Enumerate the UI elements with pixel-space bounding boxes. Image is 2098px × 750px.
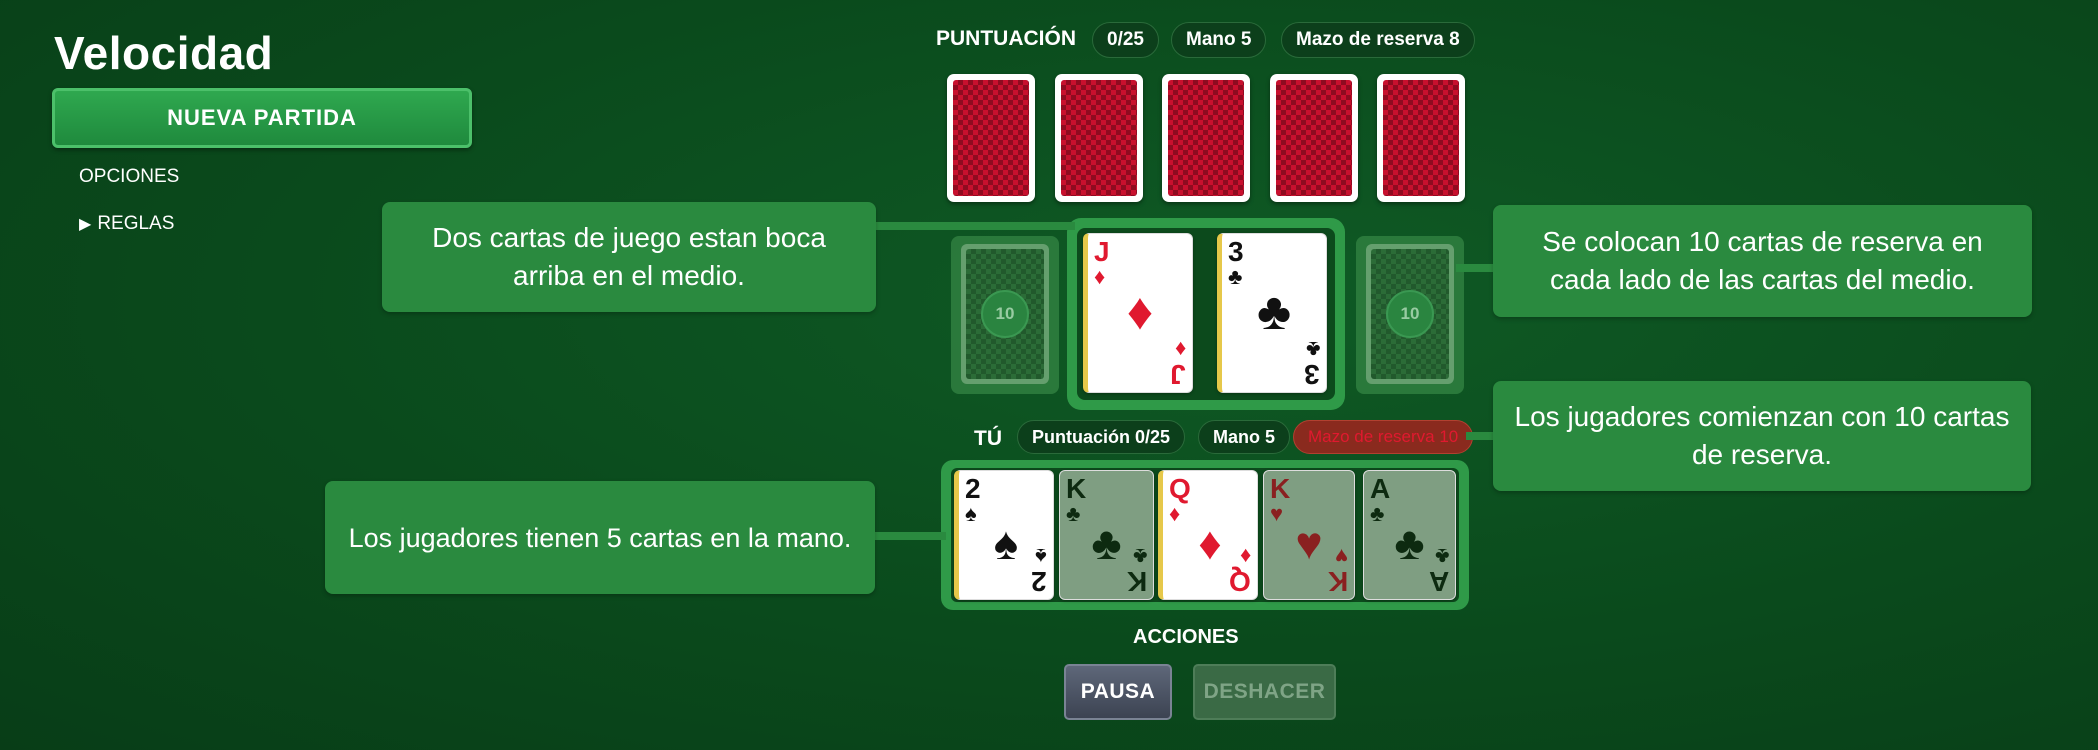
opponent-card (1162, 74, 1250, 202)
hand-card[interactable]: Q ♦ ♦ ♦ Q (1158, 470, 1258, 600)
opponent-hand-pill: Mano 5 (1171, 22, 1267, 58)
club-icon: ♣ (1305, 337, 1320, 362)
hand-card[interactable]: K ♣ ♣ ♣ K (1059, 470, 1154, 600)
card-rank: K (1270, 473, 1291, 504)
card-rank: J (1094, 236, 1110, 267)
opponent-card (1377, 74, 1465, 202)
hand-card[interactable]: K ♥ ♥ ♥ K (1263, 470, 1355, 600)
opponent-reserve-pill: Mazo de reserva 8 (1281, 22, 1475, 58)
opponent-card (1270, 74, 1358, 202)
card-rank: A (1370, 473, 1391, 504)
opponent-card (947, 74, 1035, 202)
opponent-score-label: PUNTUACIÓN (936, 27, 1076, 50)
callout-connector (1466, 432, 1496, 440)
card-rank: A (1428, 566, 1449, 597)
opponent-score-pill: 0/25 (1092, 22, 1159, 58)
callout-players-reserve: Los jugadores comienzan con 10 cartas de… (1493, 381, 2031, 491)
rules-toggle[interactable]: ▶ REGLAS (79, 213, 174, 235)
callout-connector (1456, 264, 1496, 272)
diamond-icon: ♦ (1174, 337, 1186, 362)
card-rank: 2 (1031, 566, 1047, 597)
callout-connector (874, 532, 946, 540)
card-rank: Q (1229, 566, 1251, 597)
callout-connector (875, 222, 1075, 230)
card-rank: K (1327, 566, 1348, 597)
diamond-icon: ♦ (1126, 283, 1154, 341)
hand-card[interactable]: A ♣ ♣ ♣ A (1363, 470, 1456, 600)
club-icon: ♣ (1132, 544, 1147, 569)
card-rank: 3 (1228, 236, 1244, 267)
card-rank: K (1066, 473, 1087, 504)
center-card-right[interactable]: 3 ♣ ♣ ♣ 3 (1217, 233, 1327, 393)
center-card-left[interactable]: J ♦ ♦ ♦ J (1083, 233, 1193, 393)
hand-card[interactable]: 2 ♠ ♠ ♠ 2 (954, 470, 1054, 600)
rules-label: REGLAS (97, 213, 175, 234)
card-rank: K (1126, 566, 1147, 597)
card-rank: Q (1169, 473, 1191, 504)
callout-reserve-sides: Se colocan 10 cartas de reserva en cada … (1493, 205, 2032, 317)
left-reserve-count: 10 (981, 290, 1029, 338)
diamond-icon: ♦ (1239, 544, 1251, 569)
right-reserve-pile[interactable]: 10 (1356, 236, 1464, 394)
game-title: Velocidad (54, 27, 274, 79)
callout-hand: Los jugadores tienen 5 cartas en la mano… (325, 481, 875, 594)
club-icon: ♣ (1256, 283, 1292, 341)
left-reserve-pile[interactable]: 10 (951, 236, 1059, 394)
heart-icon: ♥ (1334, 544, 1348, 569)
player-score-pill: Puntuación 0/25 (1017, 420, 1186, 454)
player-label: TÚ (974, 427, 1002, 450)
new-game-button[interactable]: NUEVA PARTIDA (52, 88, 472, 148)
card-rank: J (1170, 359, 1186, 390)
opponent-card (1055, 74, 1143, 202)
card-rank: 2 (965, 473, 981, 504)
spade-icon: ♠ (1035, 544, 1047, 569)
actions-heading: ACCIONES (1133, 626, 1239, 648)
pause-button[interactable]: PAUSA (1064, 664, 1172, 720)
right-reserve-count: 10 (1386, 290, 1434, 338)
triangle-right-icon: ▶ (79, 216, 92, 233)
card-rank: 3 (1304, 359, 1320, 390)
player-reserve-pill: Mazo de reserva 10 (1293, 420, 1474, 454)
player-hand-pill: Mano 5 (1198, 420, 1291, 454)
undo-button[interactable]: DESHACER (1193, 664, 1336, 720)
callout-middle-cards: Dos cartas de juego estan boca arriba en… (382, 202, 876, 312)
options-link[interactable]: OPCIONES (79, 166, 179, 188)
club-icon: ♣ (1434, 544, 1449, 569)
